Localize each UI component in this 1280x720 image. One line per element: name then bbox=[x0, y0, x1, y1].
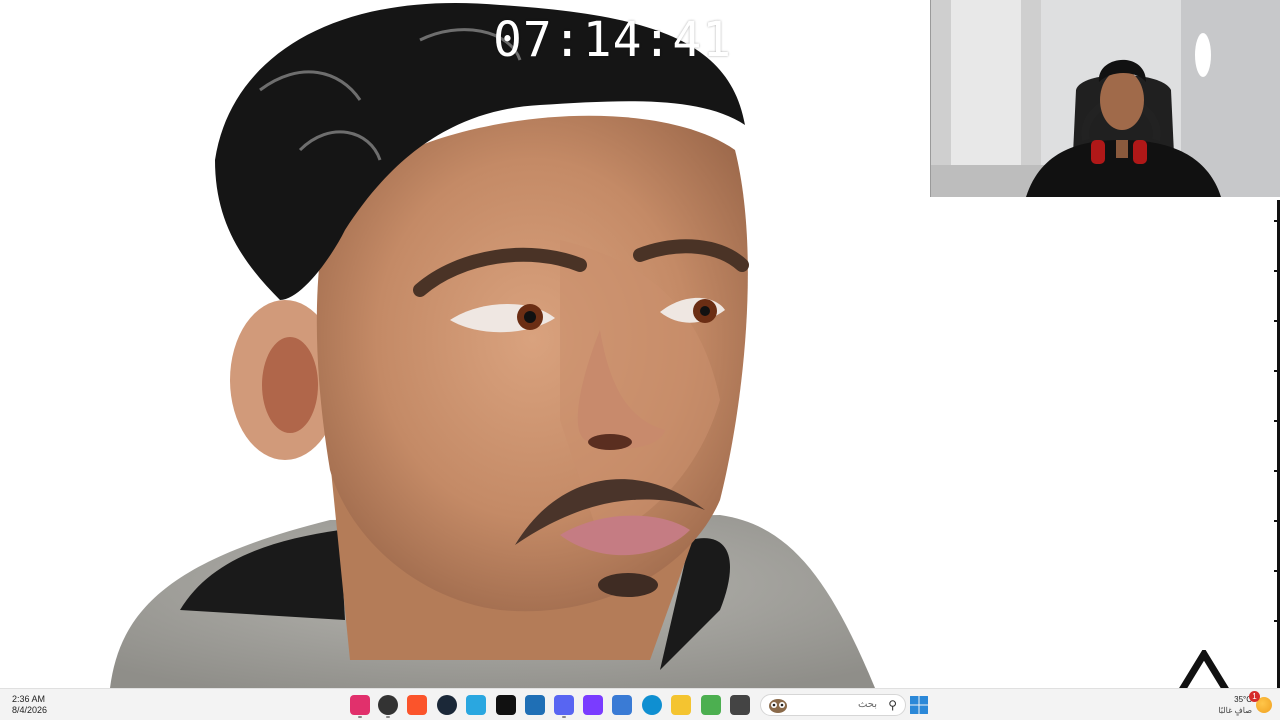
canvas-edge-marks bbox=[1274, 200, 1280, 688]
app-icon-10[interactable] bbox=[612, 695, 632, 715]
app-icon-9[interactable] bbox=[583, 695, 603, 715]
file-explorer-icon[interactable] bbox=[671, 695, 691, 715]
webcam-overlay bbox=[930, 0, 1280, 197]
app-icon-2[interactable] bbox=[378, 695, 398, 718]
search-highlight-icon bbox=[769, 699, 787, 713]
taskbar: 2:36 AM 8/4/2026 بحث ⚲ 35°C صافٍ غالبًا … bbox=[0, 688, 1280, 720]
edge-icon[interactable] bbox=[642, 695, 662, 715]
brave-icon[interactable] bbox=[407, 695, 427, 715]
logo-icon bbox=[1179, 650, 1229, 690]
app-icon-14[interactable] bbox=[730, 695, 750, 715]
clock-time: 2:36 AM bbox=[12, 694, 46, 704]
webcam-feed bbox=[931, 0, 1280, 197]
clock-date: 8/4/2026 bbox=[12, 705, 48, 715]
instagram-icon[interactable] bbox=[350, 695, 370, 718]
steam-icon[interactable] bbox=[437, 695, 457, 715]
search-icon: ⚲ bbox=[888, 698, 897, 712]
portrait-painting bbox=[110, 2, 875, 688]
search-placeholder: بحث bbox=[857, 699, 877, 710]
taskbar-search[interactable]: بحث ⚲ bbox=[760, 694, 906, 716]
windows-start-icon[interactable] bbox=[909, 695, 929, 715]
app-icon-5[interactable] bbox=[466, 695, 486, 715]
screen: 07:14:41 2:36 AM 8/4/2026 بحث ⚲ 35°C صاف… bbox=[0, 0, 1280, 720]
weather-condition: صافٍ غالبًا bbox=[1218, 706, 1252, 715]
system-clock[interactable]: 2:36 AM 8/4/2026 bbox=[12, 694, 47, 716]
stream-timer: 07:14:41 bbox=[493, 12, 733, 68]
app-icon-13[interactable] bbox=[701, 695, 721, 715]
discord-icon[interactable] bbox=[554, 695, 574, 718]
weather-widget[interactable]: 35°C صافٍ غالبًا 1 bbox=[1208, 691, 1274, 719]
notification-badge: 1 bbox=[1249, 691, 1260, 702]
capcut-icon[interactable] bbox=[496, 695, 516, 715]
app-icon-7[interactable] bbox=[525, 695, 545, 715]
